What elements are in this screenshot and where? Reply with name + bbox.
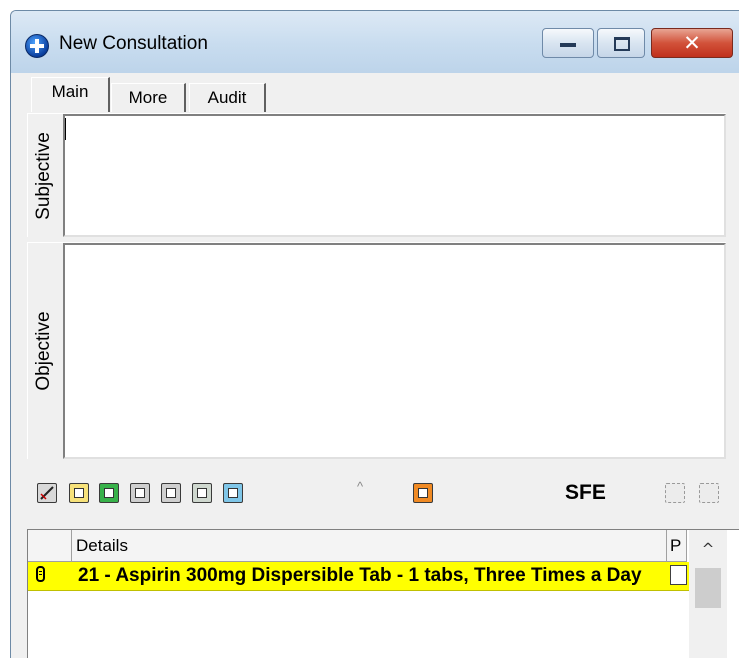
maximize-icon: [614, 37, 630, 51]
subjective-label-text: Subjective: [33, 131, 54, 220]
table-row[interactable]: 21 - Aspirin 300mg Dispersible Tab - 1 t…: [28, 562, 689, 591]
minimize-button[interactable]: [542, 28, 594, 58]
medication-grid: Details P 21 - Aspirin 300mg Dispersible…: [27, 529, 739, 658]
objective-textarea[interactable]: [63, 243, 726, 459]
consultation-window: New Consultation ✕ Main More Audit Subje…: [10, 10, 739, 658]
paste-disabled-icon: [699, 483, 719, 503]
subjective-textarea[interactable]: [63, 114, 726, 237]
consultation-toolbar: ^ SFE: [27, 473, 739, 523]
tab-strip: Main More Audit: [11, 73, 739, 113]
medication-details-cell[interactable]: 21 - Aspirin 300mg Dispersible Tab - 1 t…: [78, 562, 667, 590]
medication-bottle-icon: [36, 566, 45, 582]
notes-icon[interactable]: [161, 483, 181, 503]
sfe-label[interactable]: SFE: [565, 481, 606, 505]
tab-more[interactable]: More: [111, 83, 186, 112]
tab-main[interactable]: Main: [31, 77, 110, 112]
orange-prescription-icon[interactable]: [413, 483, 433, 503]
attachment-icon[interactable]: [192, 483, 212, 503]
printer-icon[interactable]: [130, 483, 150, 503]
objective-section: Objective: [27, 242, 726, 459]
copy-disabled-icon: [665, 483, 685, 503]
consultation-globe-icon[interactable]: [25, 34, 49, 58]
tab-audit[interactable]: Audit: [189, 83, 266, 112]
indicator-column-header: [28, 530, 72, 562]
close-icon: ✕: [683, 31, 701, 55]
subjective-section: Subjective: [27, 113, 726, 237]
objective-label: Objective: [28, 243, 60, 459]
caret-indicator: ^: [357, 479, 364, 494]
objective-label-text: Objective: [33, 311, 54, 391]
p-checkbox[interactable]: [670, 565, 687, 585]
green-prescription-icon[interactable]: [99, 483, 119, 503]
checklist-icon[interactable]: [223, 483, 243, 503]
vertical-scrollbar[interactable]: ^: [689, 530, 727, 658]
minimize-icon: [560, 43, 576, 47]
window-title: New Consultation: [59, 33, 208, 54]
maximize-button[interactable]: [597, 28, 645, 58]
text-cursor: [65, 118, 66, 140]
scroll-thumb[interactable]: [695, 568, 721, 608]
title-bar[interactable]: New Consultation ✕: [11, 11, 739, 73]
document-list-icon[interactable]: [69, 483, 89, 503]
edit-note-icon[interactable]: [37, 483, 57, 503]
subjective-label: Subjective: [28, 114, 60, 237]
close-button[interactable]: ✕: [651, 28, 733, 58]
p-column-header[interactable]: P: [667, 530, 687, 562]
details-column-header[interactable]: Details: [72, 530, 667, 562]
scroll-up-icon[interactable]: ^: [689, 530, 727, 568]
